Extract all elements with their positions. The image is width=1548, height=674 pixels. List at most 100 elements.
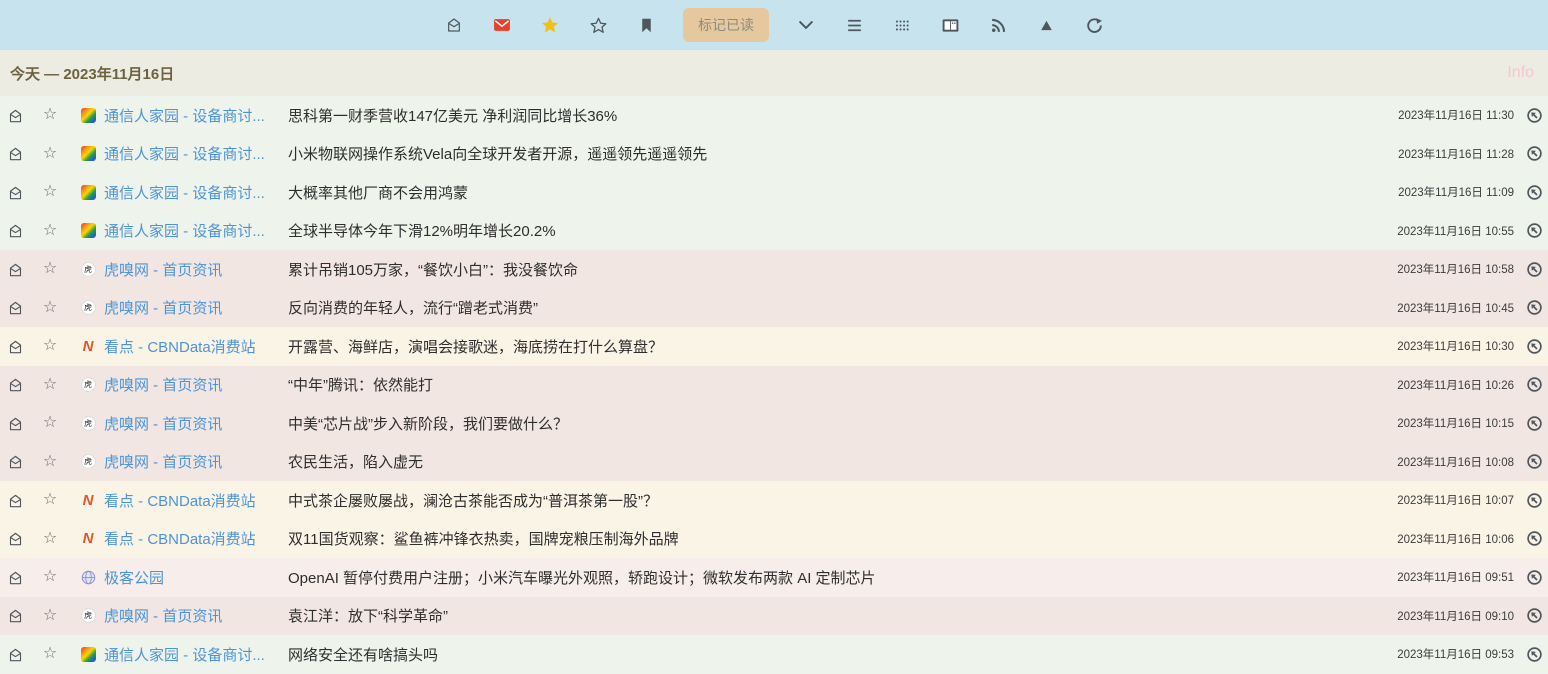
article-title[interactable]: 全球半导体今年下滑12%明年增长20.2%	[288, 220, 1389, 241]
article-row[interactable]: ☆ 虎 虎嗅网 - 首页资讯 反向消费的年轻人，流行“蹭老式消费” 2023年1…	[0, 289, 1548, 328]
article-title[interactable]: OpenAI 暂停付费用户注册；小米汽车曝光外观照，轿跑设计；微软发布两款 AI…	[288, 567, 1389, 588]
article-row[interactable]: ☆ N 看点 - CBNData消费站 双11国货观察：鲨鱼裤冲锋衣热卖，国牌宠…	[0, 520, 1548, 559]
star-outline-icon[interactable]: ☆	[42, 608, 58, 624]
mark-unread-icon[interactable]	[8, 108, 23, 123]
open-link-icon[interactable]	[1526, 607, 1543, 624]
open-link-icon[interactable]	[1526, 453, 1543, 470]
star-outline-icon[interactable]: ☆	[42, 300, 58, 316]
article-title[interactable]: 累计吊销105万家，“餐饮小白”：我没餐饮命	[288, 259, 1389, 280]
open-link-icon[interactable]	[1526, 338, 1543, 355]
star-outline-icon[interactable]: ☆	[42, 492, 58, 508]
article-row[interactable]: ☆ 通信人家园 - 设备商讨... 网络安全还有啥搞头吗 2023年11月16日…	[0, 635, 1548, 674]
feed-title-link[interactable]: 极客公园	[104, 567, 272, 588]
article-row[interactable]: ☆ 虎 虎嗅网 - 首页资讯 累计吊销105万家，“餐饮小白”：我没餐饮命 20…	[0, 250, 1548, 289]
mail-unread-icon[interactable]	[491, 14, 513, 36]
article-title[interactable]: 中美“芯片战”步入新阶段，我们要做什么？	[288, 413, 1389, 434]
rss-icon[interactable]	[987, 14, 1009, 36]
article-row[interactable]: ☆ 通信人家园 - 设备商讨... 全球半导体今年下滑12%明年增长20.2% …	[0, 212, 1548, 251]
mark-unread-icon[interactable]	[8, 647, 23, 662]
article-title[interactable]: “中年”腾讯：依然能打	[288, 374, 1389, 395]
feed-title-link[interactable]: 通信人家园 - 设备商讨...	[104, 644, 272, 665]
mark-unread-icon[interactable]	[8, 493, 23, 508]
article-title[interactable]: 农民生活，陷入虚无	[288, 451, 1389, 472]
article-title[interactable]: 小米物联网操作系统Vela向全球开发者开源，遥遥领先遥遥领先	[288, 143, 1390, 164]
mark-unread-icon[interactable]	[8, 531, 23, 546]
star-outline-icon[interactable]: ☆	[42, 261, 58, 277]
refresh-icon[interactable]	[1083, 14, 1105, 36]
chevron-down-icon[interactable]	[795, 14, 817, 36]
star-outline-icon[interactable]: ☆	[42, 338, 58, 354]
article-title[interactable]: 大概率其他厂商不会用鸿蒙	[288, 182, 1390, 203]
book-reader-icon[interactable]	[939, 14, 961, 36]
open-link-icon[interactable]	[1526, 376, 1543, 393]
feed-title-link[interactable]: 虎嗅网 - 首页资讯	[104, 413, 272, 434]
mark-unread-icon[interactable]	[8, 416, 23, 431]
article-title[interactable]: 双11国货观察：鲨鱼裤冲锋衣热卖，国牌宠粮压制海外品牌	[288, 528, 1389, 549]
feed-title-link[interactable]: 虎嗅网 - 首页资讯	[104, 259, 272, 280]
article-row[interactable]: ☆ N 看点 - CBNData消费站 开露营、海鲜店，演唱会接歌迷，海底捞在打…	[0, 327, 1548, 366]
article-row[interactable]: ☆ 虎 虎嗅网 - 首页资讯 中美“芯片战”步入新阶段，我们要做什么？ 2023…	[0, 404, 1548, 443]
article-row[interactable]: ☆ 通信人家园 - 设备商讨... 大概率其他厂商不会用鸿蒙 2023年11月1…	[0, 173, 1548, 212]
article-title[interactable]: 开露营、海鲜店，演唱会接歌迷，海底捞在打什么算盘？	[288, 336, 1389, 357]
article-row[interactable]: ☆ 通信人家园 - 设备商讨... 小米物联网操作系统Vela向全球开发者开源，…	[0, 135, 1548, 174]
article-row[interactable]: ☆ 极客公园 OpenAI 暂停付费用户注册；小米汽车曝光外观照，轿跑设计；微软…	[0, 558, 1548, 597]
star-outline-icon[interactable]: ☆	[42, 184, 58, 200]
mail-open-icon[interactable]	[443, 14, 465, 36]
mark-read-button[interactable]: 标记已读	[683, 8, 769, 42]
star-outline-icon[interactable]: ☆	[42, 454, 58, 470]
open-link-icon[interactable]	[1526, 299, 1543, 316]
article-row[interactable]: ☆ 虎 虎嗅网 - 首页资讯 农民生活，陷入虚无 2023年11月16日 10:…	[0, 443, 1548, 482]
feed-title-link[interactable]: 虎嗅网 - 首页资讯	[104, 605, 272, 626]
star-outline-icon[interactable]: ☆	[42, 569, 58, 585]
open-link-icon[interactable]	[1526, 145, 1543, 162]
open-link-icon[interactable]	[1526, 184, 1543, 201]
feed-title-link[interactable]: 通信人家园 - 设备商讨...	[104, 220, 272, 241]
feed-title-link[interactable]: 看点 - CBNData消费站	[104, 528, 272, 549]
list-menu-icon[interactable]	[843, 14, 865, 36]
feed-title-link[interactable]: 通信人家园 - 设备商讨...	[104, 105, 272, 126]
open-link-icon[interactable]	[1526, 222, 1543, 239]
article-row[interactable]: ☆ 通信人家园 - 设备商讨... 思科第一财季营收147亿美元 净利润同比增长…	[0, 96, 1548, 135]
star-outline-icon[interactable]: ☆	[42, 415, 58, 431]
star-outline-icon[interactable]	[587, 14, 609, 36]
star-outline-icon[interactable]: ☆	[42, 531, 58, 547]
feed-title-link[interactable]: 虎嗅网 - 首页资讯	[104, 374, 272, 395]
open-link-icon[interactable]	[1526, 492, 1543, 509]
star-filled-icon[interactable]	[539, 14, 561, 36]
feed-title-link[interactable]: 通信人家园 - 设备商讨...	[104, 143, 272, 164]
mark-unread-icon[interactable]	[8, 377, 23, 392]
feed-title-link[interactable]: 虎嗅网 - 首页资讯	[104, 451, 272, 472]
article-row[interactable]: ☆ N 看点 - CBNData消费站 中式茶企屡败屡战，澜沧古茶能否成为“普洱…	[0, 481, 1548, 520]
bookmark-icon[interactable]	[635, 14, 657, 36]
article-title[interactable]: 网络安全还有啥搞头吗	[288, 644, 1389, 665]
star-outline-icon[interactable]: ☆	[42, 107, 58, 123]
open-link-icon[interactable]	[1526, 569, 1543, 586]
open-link-icon[interactable]	[1526, 646, 1543, 663]
feed-title-link[interactable]: 虎嗅网 - 首页资讯	[104, 297, 272, 318]
open-link-icon[interactable]	[1526, 415, 1543, 432]
mark-unread-icon[interactable]	[8, 262, 23, 277]
article-row[interactable]: ☆ 虎 虎嗅网 - 首页资讯 袁江洋：放下“科学革命” 2023年11月16日 …	[0, 597, 1548, 636]
article-row[interactable]: ☆ 虎 虎嗅网 - 首页资讯 “中年”腾讯：依然能打 2023年11月16日 1…	[0, 366, 1548, 405]
article-title[interactable]: 思科第一财季营收147亿美元 净利润同比增长36%	[288, 105, 1390, 126]
feed-title-link[interactable]: 看点 - CBNData消费站	[104, 490, 272, 511]
mark-unread-icon[interactable]	[8, 185, 23, 200]
mark-unread-icon[interactable]	[8, 454, 23, 469]
article-title[interactable]: 反向消费的年轻人，流行“蹭老式消费”	[288, 297, 1389, 318]
info-label[interactable]: Info	[1507, 64, 1534, 82]
triangle-up-icon[interactable]	[1035, 14, 1057, 36]
open-link-icon[interactable]	[1526, 107, 1543, 124]
feed-title-link[interactable]: 通信人家园 - 设备商讨...	[104, 182, 272, 203]
mark-unread-icon[interactable]	[8, 608, 23, 623]
mark-unread-icon[interactable]	[8, 339, 23, 354]
article-title[interactable]: 中式茶企屡败屡战，澜沧古茶能否成为“普洱茶第一股”？	[288, 490, 1389, 511]
article-title[interactable]: 袁江洋：放下“科学革命”	[288, 605, 1389, 626]
mark-unread-icon[interactable]	[8, 570, 23, 585]
mark-unread-icon[interactable]	[8, 300, 23, 315]
open-link-icon[interactable]	[1526, 261, 1543, 278]
open-link-icon[interactable]	[1526, 530, 1543, 547]
star-outline-icon[interactable]: ☆	[42, 377, 58, 393]
feed-title-link[interactable]: 看点 - CBNData消费站	[104, 336, 272, 357]
star-outline-icon[interactable]: ☆	[42, 146, 58, 162]
star-outline-icon[interactable]: ☆	[42, 646, 58, 662]
